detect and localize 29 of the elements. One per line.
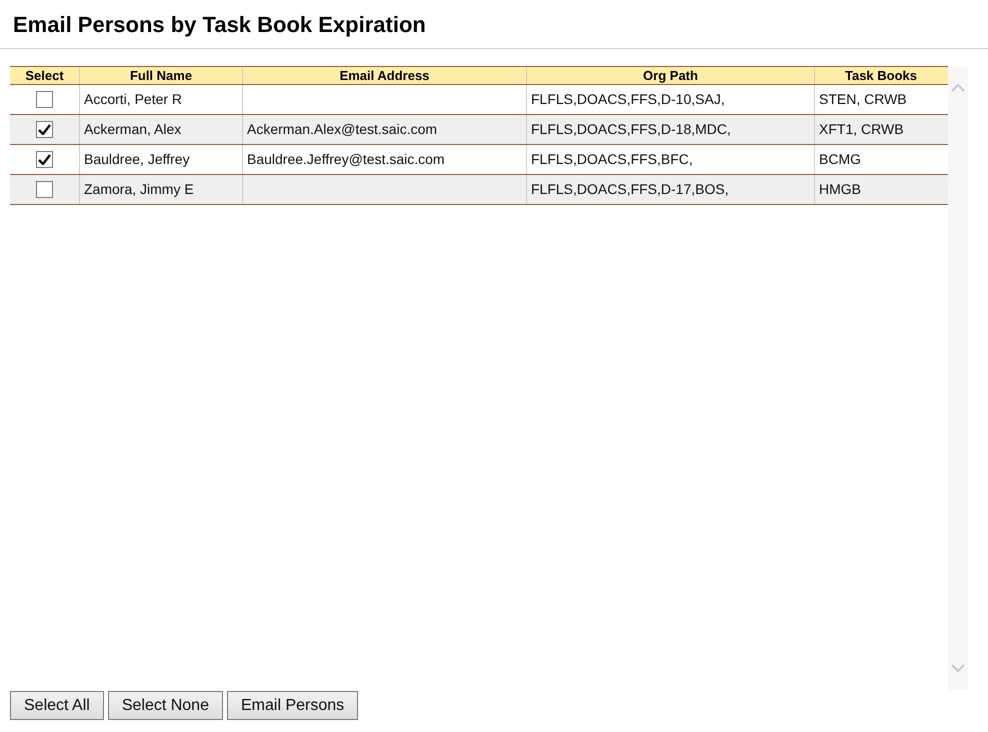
column-header: Org Path: [526, 67, 814, 84]
checkmark-icon: [38, 124, 51, 135]
table-cell-text: FLFLS,DOACS,FFS,BFC,: [531, 150, 693, 169]
action-button[interactable]: Select None: [108, 691, 223, 720]
action-button[interactable]: Email Persons: [226, 691, 358, 720]
table-cell-text: Zamora, Jimmy E: [84, 180, 194, 199]
table-cell-text: XFT1, CRWB: [819, 120, 904, 139]
column-header: Full Name: [79, 67, 242, 84]
row-checkbox[interactable]: [36, 121, 53, 138]
table-cell-text: Ackerman, Alex: [84, 120, 182, 139]
action-button[interactable]: Select All: [10, 691, 104, 720]
row-checkbox[interactable]: [36, 181, 53, 198]
table-cell-text: Ackerman.Alex@test.saic.com: [247, 120, 438, 139]
table-cell-text: BCMG: [819, 150, 861, 169]
table-cell-text: Bauldree, Jeffrey: [84, 150, 190, 169]
table-cell-text: STEN, CRWB: [819, 90, 907, 109]
table-cell-text: Accorti, Peter R: [84, 90, 182, 109]
row-checkbox[interactable]: [36, 151, 53, 168]
table-cell-text: FLFLS,DOACS,FFS,D-10,SAJ,: [531, 90, 725, 109]
column-header: Task Books: [814, 67, 947, 84]
table-cell-text: HMGB: [819, 180, 861, 199]
table-cell-text: Bauldree.Jeffrey@test.saic.com: [247, 150, 445, 169]
table-cell-text: FLFLS,DOACS,FFS,D-17,BOS,: [531, 180, 729, 199]
page-title: Email Persons by Task Book Expiration: [13, 10, 426, 39]
table-cell-text: FLFLS,DOACS,FFS,D-18,MDC,: [531, 120, 731, 139]
checkmark-icon: [38, 154, 51, 165]
column-header: Select: [24, 67, 65, 84]
row-checkbox[interactable]: [36, 91, 53, 108]
column-header: Email Address: [242, 67, 526, 84]
